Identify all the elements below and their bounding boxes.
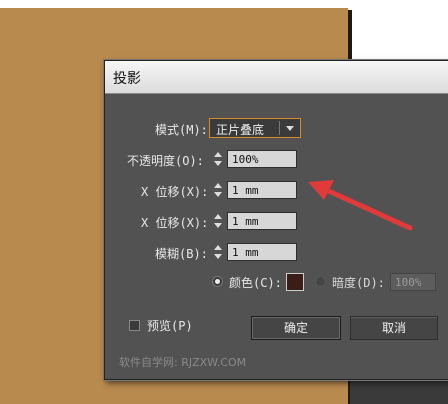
dialog-titlebar[interactable]: 投影 [105, 61, 448, 94]
darkness-input[interactable]: 100% [390, 273, 436, 291]
x-offset-label: X 位移(X): [141, 185, 209, 199]
preview-label: 预览(P) [147, 319, 193, 333]
preview-checkbox[interactable] [129, 320, 140, 331]
ok-button[interactable]: 确定 [251, 316, 341, 340]
opacity-input[interactable]: 100% [227, 150, 297, 168]
opacity-label: 不透明度(O): [127, 154, 204, 168]
mode-value: 正片叠底 [216, 123, 265, 137]
x-offset-spin-icon[interactable] [213, 181, 225, 199]
opacity-spin-icon[interactable] [213, 150, 225, 168]
dropdown-separator [279, 121, 280, 135]
mode-dropdown[interactable]: 正片叠底 [209, 118, 301, 138]
darkness-radio[interactable] [315, 276, 326, 287]
darkness-label: 暗度(D): [332, 276, 385, 290]
blur-spin-icon[interactable] [213, 243, 225, 261]
y-offset-input[interactable]: 1 mm [227, 212, 297, 230]
color-swatch[interactable] [286, 273, 304, 291]
blur-label: 模糊(B): [155, 247, 208, 261]
y-offset-spin-icon[interactable] [213, 212, 225, 230]
color-label: 颜色(C): [229, 276, 282, 290]
y-offset-label: X 位移(X): [141, 216, 209, 230]
cancel-button[interactable]: 取消 [350, 316, 438, 340]
blur-input[interactable]: 1 mm [227, 243, 297, 261]
dialog-title: 投影 [113, 71, 141, 87]
red-arrow-icon [308, 180, 413, 231]
color-radio[interactable] [212, 276, 223, 287]
mode-label: 模式(M): [155, 123, 208, 137]
x-offset-input[interactable]: 1 mm [227, 181, 297, 199]
watermark-text: 软件自学网: RJZXW.COM [119, 356, 247, 369]
chevron-down-icon [286, 126, 294, 131]
